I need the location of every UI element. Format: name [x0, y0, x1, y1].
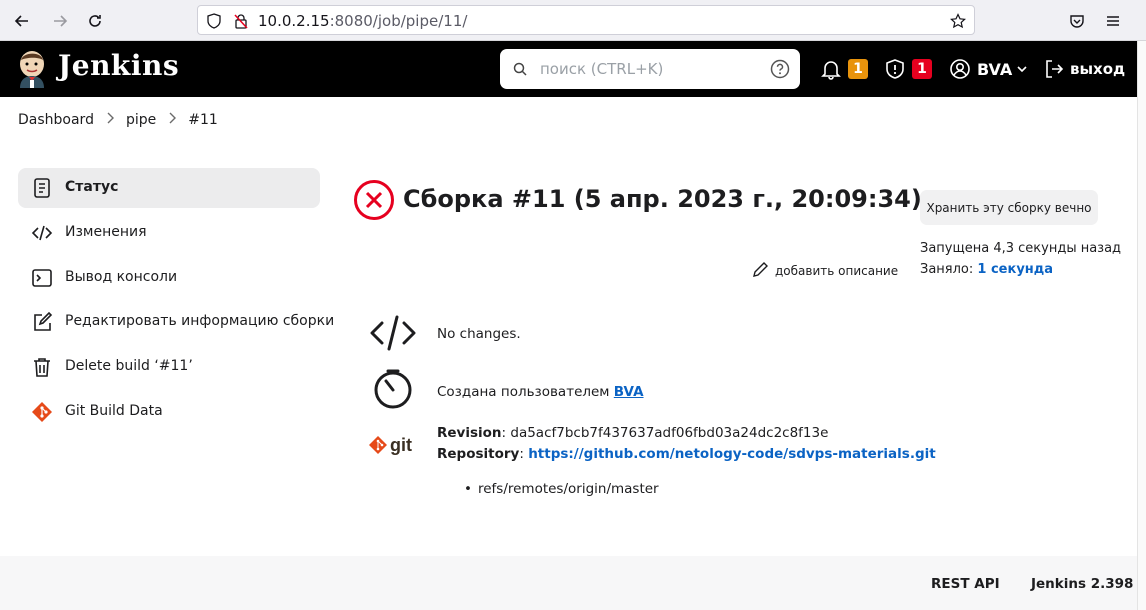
page-title: Сборка #11 (5 апр. 2023 г., 20:09:34) [403, 185, 922, 213]
reload-icon [89, 15, 101, 27]
svg-text:git: git [390, 435, 412, 455]
add-description-label: добавить описание [775, 264, 899, 278]
arrow-left-icon [14, 15, 28, 27]
jenkins-logo-icon[interactable] [16, 50, 48, 88]
insecure-lock-icon [234, 14, 248, 29]
branch-name: refs/remotes/origin/master [477, 481, 659, 497]
menu-button[interactable] [1100, 8, 1126, 34]
no-changes-text: No changes. [437, 326, 521, 342]
sidebar-item-delete[interactable]: Delete build ‘#11’ [18, 347, 320, 387]
back-button[interactable] [9, 8, 35, 34]
breadcrumb: Dashboard pipe #11 [0, 97, 1137, 143]
url-host: 10.0.2.15 [258, 12, 330, 30]
chevron-right-icon [106, 112, 114, 128]
breadcrumb-build[interactable]: #11 [188, 112, 218, 128]
changes-code-icon [370, 315, 416, 351]
sidebar-item-edit[interactable]: Редактировать информацию сборки [18, 302, 334, 342]
created-by-user-link[interactable]: BVA [614, 384, 644, 400]
user-name: BVA [977, 59, 1013, 79]
duration-label: Заняло: [920, 262, 974, 277]
search-icon [513, 62, 527, 76]
rest-api-link[interactable]: REST API [931, 576, 1000, 592]
created-by-label: Создана пользователем [437, 384, 610, 400]
sidebar-item-label: Git Build Data [65, 403, 163, 419]
url-text: 10.0.2.15:8080/job/pipe/11/ [258, 12, 467, 30]
trash-icon [34, 358, 50, 377]
sidebar-item-label: Изменения [65, 224, 147, 240]
terminal-icon [32, 269, 52, 287]
sidebar-item-label: Редактировать информацию сборки [65, 313, 335, 329]
branch-list-item: • refs/remotes/origin/master [464, 481, 659, 497]
logout-icon [1046, 60, 1064, 78]
add-description-link[interactable]: добавить описание [752, 261, 898, 278]
revision-value: da5acf7bcb7f437637adf06fbd03a24dc2c8f13e [510, 425, 829, 441]
jenkins-header: Jenkins 1 1 BVA выход [0, 41, 1137, 97]
pencil-icon [753, 262, 768, 277]
forward-button[interactable] [47, 8, 73, 34]
git-icon [32, 402, 52, 422]
sidebar-item-label: Delete build ‘#11’ [65, 358, 193, 374]
pocket-icon [1070, 15, 1084, 28]
repository-label: Repository [437, 446, 520, 462]
shield-icon [207, 13, 221, 29]
breadcrumb-dashboard[interactable]: Dashboard [18, 112, 94, 128]
search-input[interactable] [540, 57, 760, 81]
bell-icon [821, 61, 841, 80]
browser-toolbar: 10.0.2.15:8080/job/pipe/11/ [0, 0, 1146, 41]
notifications-button[interactable]: 1 [820, 41, 868, 97]
jenkins-brand[interactable]: Jenkins [58, 49, 179, 82]
repository-row: Repository: https://github.com/netology-… [437, 446, 936, 462]
arrow-right-icon [54, 15, 68, 27]
sidebar-item-label: Вывод консоли [65, 269, 178, 285]
scrollbar[interactable] [1137, 41, 1146, 610]
build-failed-icon [354, 180, 394, 220]
search-box[interactable] [500, 49, 800, 89]
logout-button[interactable]: выход [1043, 41, 1125, 97]
chevron-right-icon [168, 112, 177, 128]
address-bar[interactable]: 10.0.2.15:8080/job/pipe/11/ [197, 5, 975, 35]
sidebar-item-console[interactable]: Вывод консоли [18, 258, 320, 298]
bullet: • [464, 481, 472, 497]
security-shield-icon [886, 59, 904, 79]
bookmark-star-icon[interactable] [950, 13, 966, 29]
duration-link[interactable]: 1 секунда [977, 262, 1053, 277]
footer: REST API Jenkins 2.398 [0, 556, 1137, 610]
user-avatar-icon [950, 59, 970, 79]
security-badge: 1 [912, 59, 932, 79]
sidebar-item-label: Статус [65, 179, 119, 195]
jenkins-version-link[interactable]: Jenkins 2.398 [1031, 576, 1133, 592]
breadcrumb-pipe[interactable]: pipe [126, 112, 156, 128]
duration: Заняло: 1 секунда [920, 262, 1053, 277]
created-by: Создана пользователем BVA [437, 384, 644, 400]
sidebar-item-git-build-data[interactable]: Git Build Data [18, 392, 320, 432]
help-icon[interactable] [770, 59, 790, 79]
revision-label: Revision [437, 425, 502, 441]
started-ago: Запущена 4,3 секунды назад [920, 241, 1122, 256]
reload-button[interactable] [82, 8, 108, 34]
url-path: :8080/job/pipe/11/ [329, 12, 468, 30]
code-icon [31, 225, 53, 241]
edit-icon [34, 311, 53, 331]
pocket-button[interactable] [1064, 8, 1090, 34]
security-button[interactable]: 1 [884, 41, 932, 97]
revision-row: Revision: da5acf7bcb7f437637adf06fbd03a2… [437, 425, 829, 441]
sidebar-item-status[interactable]: Статус [18, 168, 320, 208]
sidebar-item-changes[interactable]: Изменения [18, 213, 320, 253]
repository-link[interactable]: https://github.com/netology-code/sdvps-m… [528, 446, 936, 462]
user-menu[interactable]: BVA [949, 41, 1027, 97]
keep-forever-button[interactable]: Хранить эту сборку вечно [920, 190, 1098, 225]
git-logo-icon: git [369, 435, 412, 455]
document-icon [34, 178, 50, 198]
chevron-down-icon [1017, 66, 1027, 73]
logout-label: выход [1070, 60, 1126, 78]
notifications-badge: 1 [848, 59, 868, 79]
timer-icon [374, 369, 412, 409]
hamburger-icon [1107, 16, 1119, 26]
